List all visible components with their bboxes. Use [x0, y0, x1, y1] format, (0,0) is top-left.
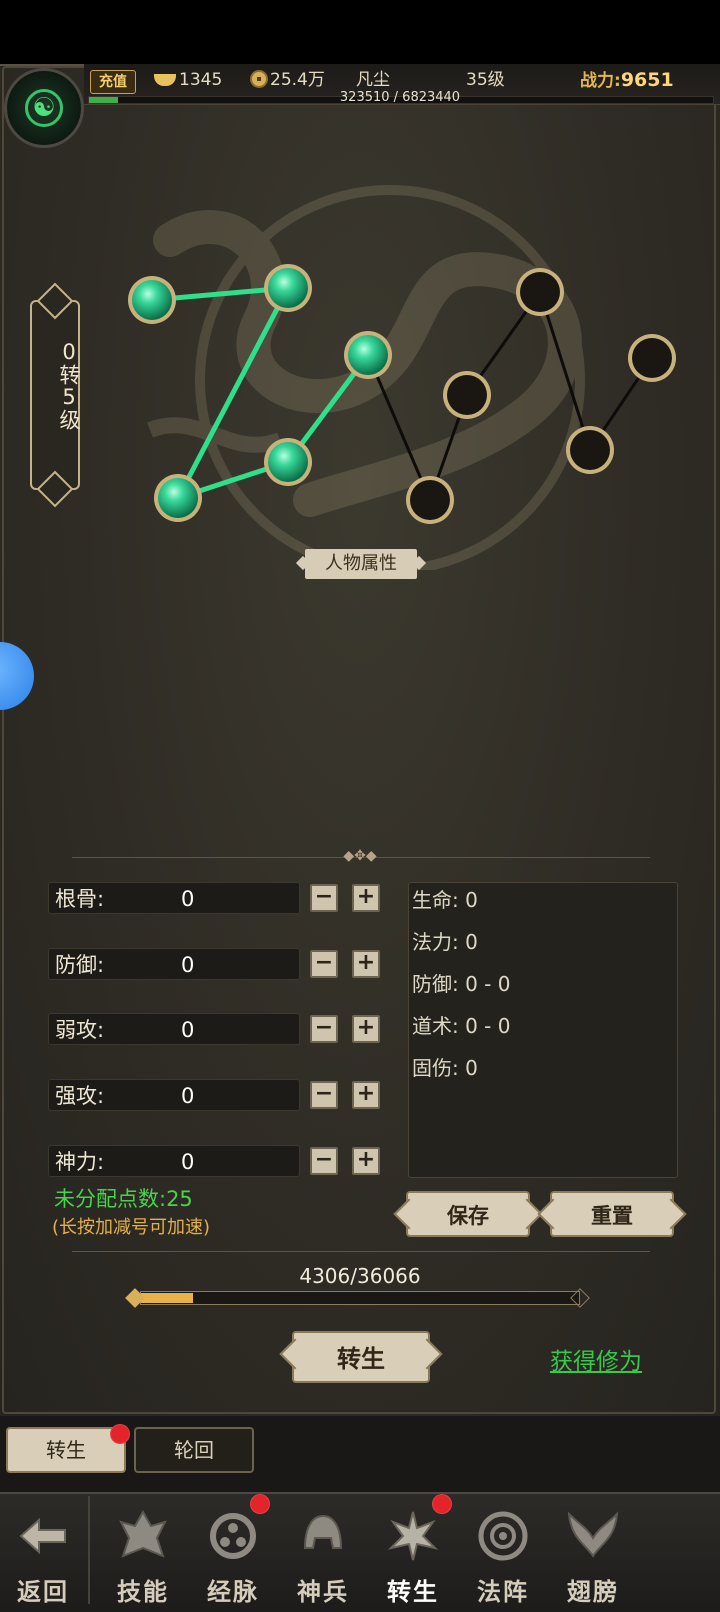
rebirth-constellation: [128, 264, 676, 524]
reset-button[interactable]: 重置: [550, 1191, 674, 1237]
subtab-rebirth[interactable]: 转生: [6, 1427, 126, 1473]
nav-skills[interactable]: 技能: [100, 1500, 186, 1606]
stat-name: 防御:: [55, 953, 105, 977]
cultivation-progress-text: 4306/36066: [299, 1264, 421, 1288]
nav-label: 翅膀: [567, 1577, 619, 1606]
skills-icon: [119, 1509, 167, 1558]
plus-button[interactable]: +: [352, 950, 380, 978]
node-lit[interactable]: [264, 438, 312, 486]
stat-box: 根骨: 0: [48, 882, 300, 914]
attribute-section-label: 人物属性: [305, 549, 417, 579]
meridians-icon: [210, 1513, 256, 1559]
plus-button[interactable]: +: [352, 884, 380, 912]
attr-mp: 法力: 0: [412, 930, 478, 954]
minus-button[interactable]: −: [310, 1147, 338, 1175]
stat-name: 神力:: [55, 1150, 105, 1174]
notification-badge: [110, 1424, 130, 1444]
notification-badge: [250, 1494, 270, 1514]
stat-row-divine-power: 神力: 0 − +: [48, 1145, 384, 1179]
stat-box: 强攻: 0: [48, 1079, 300, 1111]
node-lit[interactable]: [264, 264, 312, 312]
section-divider: [72, 1251, 650, 1252]
rebirth-icon: [387, 1511, 439, 1561]
cultivation-progress-bar: [140, 1291, 580, 1305]
back-button[interactable]: 返回: [0, 1500, 86, 1606]
attr-defense: 防御: 0 - 0: [412, 972, 511, 996]
node-lit[interactable]: [344, 331, 392, 379]
plus-button[interactable]: +: [352, 1015, 380, 1043]
nav-label: 技能: [117, 1577, 169, 1606]
subtab-reincarnation[interactable]: 轮回: [134, 1427, 254, 1473]
nav-meridians[interactable]: 经脉: [190, 1500, 276, 1606]
plus-button[interactable]: +: [352, 1147, 380, 1175]
nav-label: 法阵: [477, 1577, 529, 1606]
node-locked[interactable]: [516, 268, 564, 316]
link-dark: [538, 291, 592, 451]
rebirth-button[interactable]: 转生: [292, 1331, 430, 1383]
stat-value: 0: [181, 1150, 195, 1174]
nav-formation[interactable]: 法阵: [460, 1500, 546, 1606]
stat-box: 神力: 0: [48, 1145, 300, 1177]
minus-button[interactable]: −: [310, 1015, 338, 1043]
stat-row-gengu: 根骨: 0 − +: [48, 882, 384, 916]
nav-label: 神兵: [297, 1577, 349, 1606]
helmet-icon: [303, 1514, 343, 1549]
attr-fixed-damage: 固伤: 0: [412, 1056, 478, 1080]
attr-hp: 生命: 0: [412, 888, 478, 912]
nav-label: 经脉: [207, 1577, 259, 1606]
gain-cultivation-link[interactable]: 获得修为: [550, 1342, 642, 1376]
long-press-hint: (长按加减号可加速): [52, 1217, 211, 1238]
stat-name: 强攻:: [55, 1084, 105, 1108]
save-button[interactable]: 保存: [406, 1191, 530, 1237]
stat-value: 0: [181, 1084, 195, 1108]
nav-label: 转生: [387, 1577, 439, 1606]
stat-row-weak-attack: 弱攻: 0 − +: [48, 1013, 384, 1047]
stat-value: 0: [181, 887, 195, 911]
notification-badge: [432, 1494, 452, 1514]
stat-box: 弱攻: 0: [48, 1013, 300, 1045]
formation-icon: [478, 1511, 528, 1561]
wings-icon: [567, 1511, 619, 1558]
nav-divine-weapon[interactable]: 神兵: [280, 1500, 366, 1606]
nav-rebirth[interactable]: 转生: [370, 1500, 456, 1606]
minus-button[interactable]: −: [310, 1081, 338, 1109]
node-locked[interactable]: [406, 476, 454, 524]
stat-name: 根骨:: [55, 887, 105, 911]
node-locked[interactable]: [566, 426, 614, 474]
node-locked[interactable]: [443, 371, 491, 419]
stat-box: 防御: 0: [48, 948, 300, 980]
unassigned-points: 未分配点数:25: [54, 1187, 193, 1211]
stat-row-strong-attack: 强攻: 0 − +: [48, 1079, 384, 1113]
stat-row-defense: 防御: 0 − +: [48, 948, 384, 982]
stat-name: 弱攻:: [55, 1018, 105, 1042]
nav-wings[interactable]: 翅膀: [550, 1500, 636, 1606]
node-locked[interactable]: [628, 334, 676, 382]
stat-value: 0: [181, 953, 195, 977]
divider-ornament: ◆✥◆: [343, 848, 377, 864]
nav-divider: [88, 1496, 90, 1604]
minus-button[interactable]: −: [310, 884, 338, 912]
plus-button[interactable]: +: [352, 1081, 380, 1109]
attr-taoism: 道术: 0 - 0: [412, 1014, 511, 1038]
stat-value: 0: [181, 1018, 195, 1042]
node-lit[interactable]: [154, 474, 202, 522]
node-lit[interactable]: [128, 276, 176, 324]
cultivation-progress-fill: [141, 1293, 193, 1303]
minus-button[interactable]: −: [310, 950, 338, 978]
nav-label: 返回: [17, 1577, 69, 1606]
back-arrow-icon: [19, 1517, 66, 1555]
